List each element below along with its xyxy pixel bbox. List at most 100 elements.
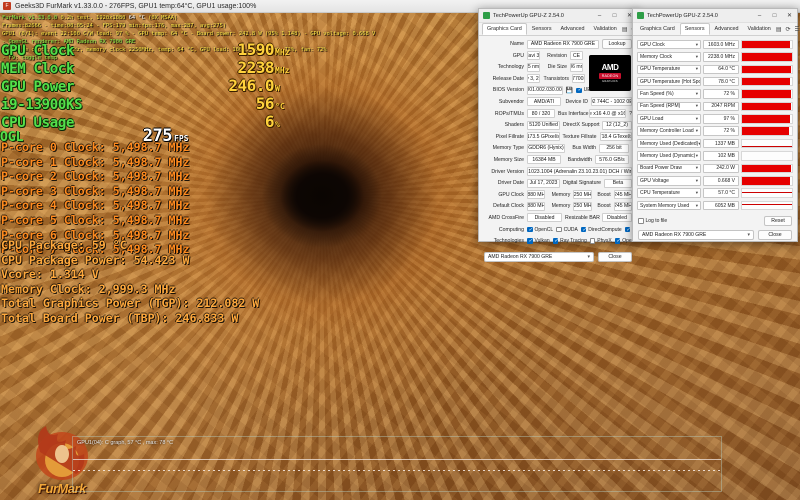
- reset-button[interactable]: Reset: [764, 216, 792, 226]
- gpuz-graphics-card-window[interactable]: TechPowerUp GPU-Z 2.54.0 – □ ✕ Graphics …: [478, 8, 638, 242]
- checkbox-cuda[interactable]: CUDA: [556, 227, 578, 233]
- gpuz-card-tabs[interactable]: Graphics Card Sensors Advanced Validatio…: [479, 23, 637, 36]
- tab-graphics-card[interactable]: Graphics Card: [482, 23, 527, 35]
- sensor-graph: [741, 201, 793, 211]
- checkbox-physx[interactable]: PhysX: [590, 238, 612, 244]
- tab-sensors[interactable]: Sensors: [680, 23, 710, 35]
- sensor-graph: [741, 89, 793, 99]
- sensor-name[interactable]: Memory Clock▾: [637, 52, 701, 62]
- sensor-graph: [741, 176, 793, 186]
- sensor-row[interactable]: Memory Used (Dynamic)▾ 102 MB: [637, 151, 793, 162]
- sensor-row[interactable]: GPU Temperature▾ 64.0 °C: [637, 64, 793, 75]
- afterburner-unit: W: [275, 84, 301, 93]
- computing-label: Computing: [484, 227, 524, 233]
- sensor-row[interactable]: Memory Controller Load▾ 72 %: [637, 126, 793, 137]
- sensor-name[interactable]: GPU Temperature (Hot Spot)▾: [637, 77, 701, 87]
- sensor-name[interactable]: Fan Speed (%)▾: [637, 89, 701, 99]
- gpuz-card-titlebar[interactable]: TechPowerUp GPU-Z 2.54.0 – □ ✕: [479, 9, 637, 23]
- afterburner-unit: MHz: [275, 66, 301, 75]
- checkbox-directcompute[interactable]: DirectCompute: [581, 227, 622, 233]
- sensor-row[interactable]: System Memory Used▾ 6052 MB: [637, 200, 793, 211]
- furmark-icon: F: [3, 2, 11, 10]
- sensor-row[interactable]: Board Power Draw▾ 242.0 W: [637, 163, 793, 174]
- checkbox-log-to-file[interactable]: Log to file: [638, 218, 667, 224]
- sensor-name[interactable]: GPU Clock▾: [637, 40, 701, 50]
- sensor-name[interactable]: GPU Voltage▾: [637, 176, 701, 186]
- field-crossfire: AMD CrossFire Disabled Resizable BAR Dis…: [484, 213, 632, 223]
- tab-validation[interactable]: Validation: [590, 24, 621, 34]
- gpuz-sensors-window[interactable]: TechPowerUp GPU-Z 2.54.0 – □ ✕ Graphics …: [632, 8, 798, 242]
- minimize-icon[interactable]: –: [752, 9, 767, 23]
- minimize-icon[interactable]: –: [592, 9, 607, 23]
- menu-icon[interactable]: ☰: [795, 26, 800, 33]
- sensor-graph: [741, 139, 793, 149]
- chevron-down-icon: ▾: [696, 128, 698, 134]
- maximize-icon[interactable]: □: [767, 9, 782, 23]
- sensor-value: 2047 RPM: [703, 102, 739, 112]
- gpuz-sensors-titlebar[interactable]: TechPowerUp GPU-Z 2.54.0 – □ ✕: [633, 9, 797, 23]
- sensor-row[interactable]: CPU Temperature▾ 57.0 °C: [637, 188, 793, 199]
- camera-icon[interactable]: ▤: [622, 26, 628, 33]
- gpu-select-dropdown[interactable]: AMD Radeon RX 7900 GRE ▾: [484, 252, 594, 262]
- afterburner-label: GPU Power: [1, 79, 74, 95]
- chevron-down-icon: ▾: [587, 254, 590, 260]
- chevron-down-icon: ▾: [696, 42, 698, 48]
- sensor-row[interactable]: Fan Speed (%)▾ 72 %: [637, 89, 793, 100]
- maximize-icon[interactable]: □: [607, 9, 622, 23]
- furmark-osd-line-0: FurMark v1.33.0.0 0.2h test, 1920x1080 6…: [2, 14, 472, 22]
- close-button[interactable]: Close: [598, 252, 632, 262]
- tab-graphics-card[interactable]: Graphics Card: [636, 24, 679, 34]
- close-button[interactable]: Close: [758, 230, 792, 240]
- afterburner-value: 6: [265, 112, 274, 131]
- sensor-value: 102 MB: [703, 151, 739, 161]
- refresh-icon[interactable]: ⟳: [785, 26, 790, 33]
- sensor-name[interactable]: Fan Speed (RPM)▾: [637, 102, 701, 112]
- furmark-osd-line-1: Frames:82666 - time:00:05:24 - FPS:179 m…: [2, 22, 472, 30]
- tab-advanced[interactable]: Advanced: [557, 24, 589, 34]
- sensor-name[interactable]: GPU Temperature▾: [637, 65, 701, 75]
- hwinfo-core-line: P-core 2 Clock: 5,498.7 MHz: [1, 169, 301, 184]
- close-icon[interactable]: ✕: [782, 9, 797, 23]
- sensor-row[interactable]: GPU Temperature (Hot Spot)▾ 78.0 °C: [637, 76, 793, 87]
- tab-validation[interactable]: Validation: [744, 24, 775, 34]
- field-rops-tmus: ROPs/TMUs 80 / 320 Bus Interface PCIe x1…: [484, 109, 632, 119]
- field-memory-size: Memory Size 16384 MB Bandwidth 576.0 GB/…: [484, 155, 632, 165]
- sensor-value: 64.0 °C: [703, 65, 739, 75]
- checkbox-ray-tracing[interactable]: Ray Tracing: [553, 238, 587, 244]
- sensor-row[interactable]: GPU Voltage▾ 0.668 V: [637, 175, 793, 186]
- checkbox-vulkan[interactable]: Vulkan: [527, 238, 550, 244]
- bios-save-icon[interactable]: 💾: [566, 87, 573, 94]
- sensor-name[interactable]: Board Power Draw▾: [637, 164, 701, 174]
- sensor-name[interactable]: Memory Controller Load▾: [637, 126, 701, 136]
- camera-icon[interactable]: ▤: [776, 26, 782, 33]
- sensor-name[interactable]: System Memory Used▾: [637, 201, 701, 211]
- gpuz-card-footer: AMD Radeon RX 7900 GRE ▾ Close: [479, 250, 637, 266]
- afterburner-row: MEM Clock 2238 MHz: [1, 58, 301, 76]
- sensor-name[interactable]: Memory Used (Dynamic)▾: [637, 151, 701, 161]
- field-subvendor: Subvendor AMD/ATI Device ID 1002 744C - …: [484, 97, 632, 107]
- sensor-row[interactable]: GPU Clock▾ 1603.0 MHz: [637, 39, 793, 50]
- sensor-name[interactable]: CPU Temperature▾: [637, 188, 701, 198]
- technologies-row: Technologies Vulkan Ray Tracing PhysX Op…: [484, 236, 632, 246]
- lookup-button[interactable]: Lookup: [602, 39, 632, 49]
- sensor-row[interactable]: Memory Clock▾ 2238.0 MHz: [637, 51, 793, 62]
- gpuz-sensors-tabs[interactable]: Graphics Card Sensors Advanced Validatio…: [633, 23, 797, 36]
- tab-sensors[interactable]: Sensors: [528, 24, 556, 34]
- afterburner-unit: MHz: [275, 48, 301, 57]
- checkbox-opencl[interactable]: OpenCL: [527, 227, 553, 233]
- sensor-name[interactable]: GPU Load▾: [637, 114, 701, 124]
- graph-dotted-line: [73, 470, 721, 471]
- field-shaders: Shaders 5120 Unified DirectX Support 12 …: [484, 120, 632, 130]
- sensor-value: 0.668 V: [703, 176, 739, 186]
- sensor-value: 72 %: [703, 89, 739, 99]
- sensor-graph: [741, 65, 793, 75]
- sensor-row[interactable]: Fan Speed (RPM)▾ 2047 RPM: [637, 101, 793, 112]
- screen-root: F Geeks3D FurMark v1.33.0.0 - 276FPS, GP…: [0, 0, 800, 500]
- sensor-value: 1603.0 MHz: [703, 40, 739, 50]
- sensor-row[interactable]: GPU Load▾ 97 %: [637, 113, 793, 124]
- sensor-row[interactable]: Memory Used (Dedicated)▾ 1337 MB: [637, 138, 793, 149]
- amd-wordmark: AMD: [602, 63, 619, 72]
- sensor-name[interactable]: Memory Used (Dedicated)▾: [637, 139, 701, 149]
- tab-advanced[interactable]: Advanced: [711, 24, 743, 34]
- gpu-select-dropdown[interactable]: AMD Radeon RX 7900 GRE ▾: [638, 230, 754, 240]
